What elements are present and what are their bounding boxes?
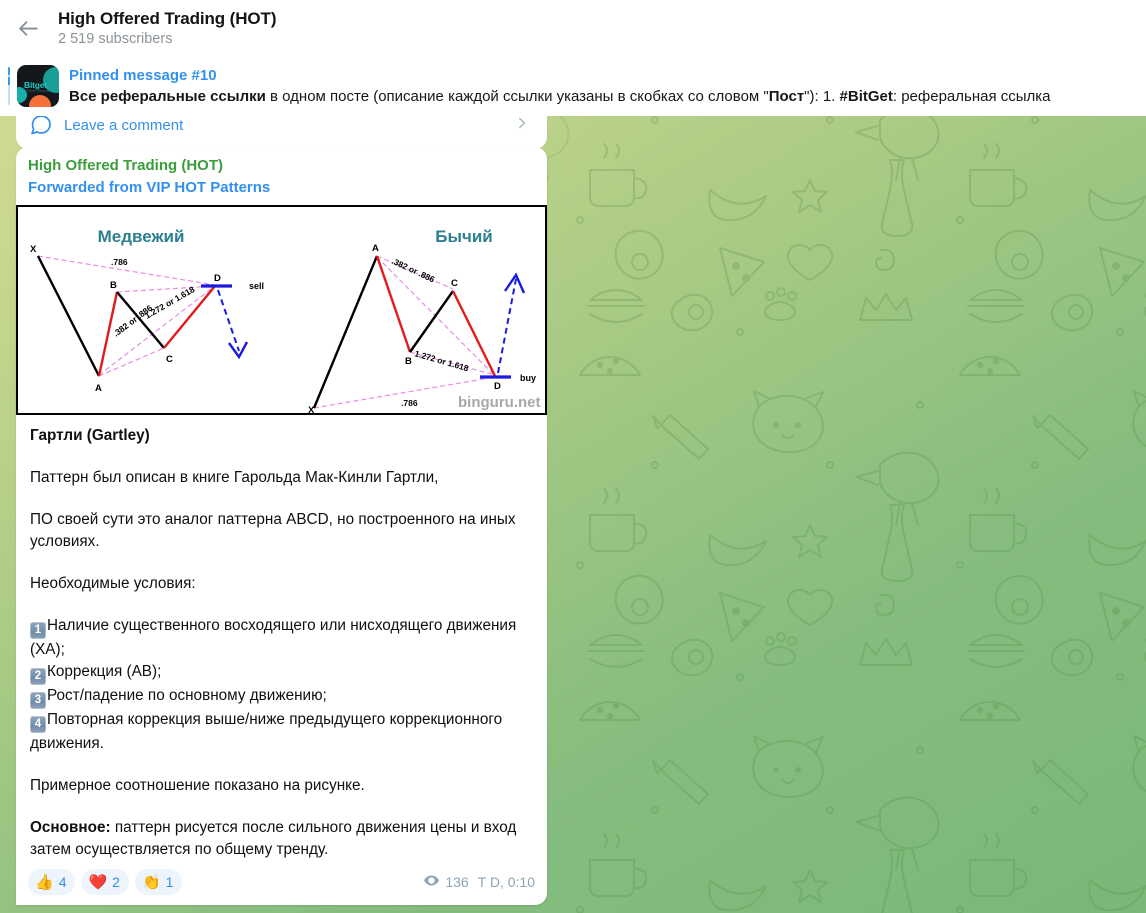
header-info[interactable]: High Offered Trading (HOT) 2 519 subscri… (58, 8, 277, 49)
number-3-badge: 3 (30, 692, 46, 709)
paragraph-4-bold: Основное: (30, 819, 111, 836)
reaction-heart[interactable]: ❤️ 2 (81, 869, 129, 895)
pinned-message-preview: Все реферальные ссылки в одном посте (оп… (69, 86, 1051, 107)
thumbs-up-icon: 👍 (35, 873, 54, 891)
number-1-badge: 1 (30, 622, 46, 639)
subscriber-count: 2 519 subscribers (58, 31, 173, 47)
message-channel-name[interactable]: High Offered Trading (HOT) (28, 155, 535, 177)
arrow-left-icon (16, 16, 41, 41)
reaction-count: 2 (112, 874, 120, 890)
number-4-badge: 4 (30, 716, 46, 733)
chevron-right-icon (513, 114, 531, 137)
pinned-normal-3: : реферальная ссылка (892, 87, 1051, 105)
condition-item-3: 3 Рост/падение по основному движению; (30, 685, 533, 709)
gartley-pattern-image[interactable]: Медвежий X A B C D sell .786 .382 or .88… (16, 205, 547, 415)
reaction-clap[interactable]: 👏 1 (134, 869, 183, 895)
view-count: 136 (445, 874, 469, 890)
pinned-bold-1: Все реферальные ссылки (69, 87, 266, 105)
condition-item-1: 1 Наличие существенного восходящего или н… (30, 615, 533, 661)
message-media-wrapper: Медвежий X A B C D sell .786 .382 or .88… (16, 205, 547, 415)
bitget-logo-tagline: Trade Smarter (26, 89, 52, 93)
pinned-message-label: Pinned message #10 (69, 66, 217, 84)
message-bubble: High Offered Trading (HOT) Forwarded fro… (16, 147, 547, 905)
pinned-bold-3: #BitGet (839, 87, 893, 105)
reaction-thumbs-up[interactable]: 👍 4 (28, 869, 76, 895)
number-2-badge: 2 (30, 668, 46, 685)
image-frame (16, 207, 547, 413)
leave-a-comment-label: Leave a comment (64, 116, 184, 134)
eye-icon (423, 872, 440, 892)
pin-index-stripe (8, 67, 10, 105)
forwarded-from-label[interactable]: Forwarded from VIP HOT Patterns (28, 177, 535, 199)
pinned-message-texts: Pinned message #10 Все реферальные ссылк… (69, 66, 1051, 107)
reactions-bar: 👍 4 ❤️ 2 👏 1 (28, 869, 183, 895)
pinned-bold-2: Пост (768, 87, 805, 105)
message-text: Гартли (Gartley) Паттерн был описан в кн… (16, 415, 547, 863)
forward-header: High Offered Trading (HOT) Forwarded fro… (16, 155, 547, 205)
pinned-normal-1: в одном посте (описание каждой ссылки ук… (265, 87, 769, 105)
message-footer: 👍 4 ❤️ 2 👏 1 136 T D, 0:10 (16, 863, 547, 905)
clap-icon: 👏 (141, 873, 161, 891)
pinned-message-bar[interactable]: Bitget Trade Smarter Pinned message #10 … (0, 57, 1146, 116)
message-title: Гартли (Gartley) (30, 427, 150, 444)
condition-text-2: Коррекция (AB); (47, 663, 162, 680)
condition-item-4: 4 Повторная коррекция выше/ниже предыдуще… (30, 709, 533, 755)
chat-header: High Offered Trading (HOT) 2 519 subscri… (0, 0, 1146, 57)
message-paragraph-4: Основное: паттерн рисуется после сильног… (30, 817, 533, 861)
conditions-header: Необходимые условия: (30, 575, 196, 592)
condition-text-1: Наличие существенного восходящего или ни… (30, 617, 517, 658)
message-paragraph-1: Паттерн был описан в книге Гарольда Мак-… (30, 469, 439, 486)
condition-text-4: Повторная коррекция выше/ниже предыдущег… (30, 711, 503, 752)
reaction-count: 4 (58, 874, 67, 890)
telegram-window: HOT Leave a comment High Offered Trading… (0, 0, 1146, 913)
message-paragraph-2: ПО своей сути это аналог паттерна ABCD, … (30, 511, 516, 550)
message-paragraph-3: Примерное соотношение показано на рисунк… (30, 777, 365, 794)
heart-icon: ❤️ (88, 873, 108, 891)
pinned-message-thumbnail: Bitget Trade Smarter (17, 65, 59, 107)
message-meta: 136 T D, 0:10 (423, 872, 535, 892)
message-list: Leave a comment High Offered Trading (HO… (0, 57, 560, 913)
message-timestamp: T D, 0:10 (477, 874, 535, 890)
pinned-normal-2: "): 1. (804, 87, 840, 105)
thumb-orange-circle (29, 95, 51, 107)
condition-text-3: Рост/падение по основному движению; (47, 687, 327, 704)
condition-item-2: 2 Коррекция (AB); (30, 661, 533, 685)
back-button[interactable] (0, 1, 56, 57)
reaction-count: 1 (165, 874, 174, 890)
page-title: High Offered Trading (HOT) (58, 9, 277, 28)
